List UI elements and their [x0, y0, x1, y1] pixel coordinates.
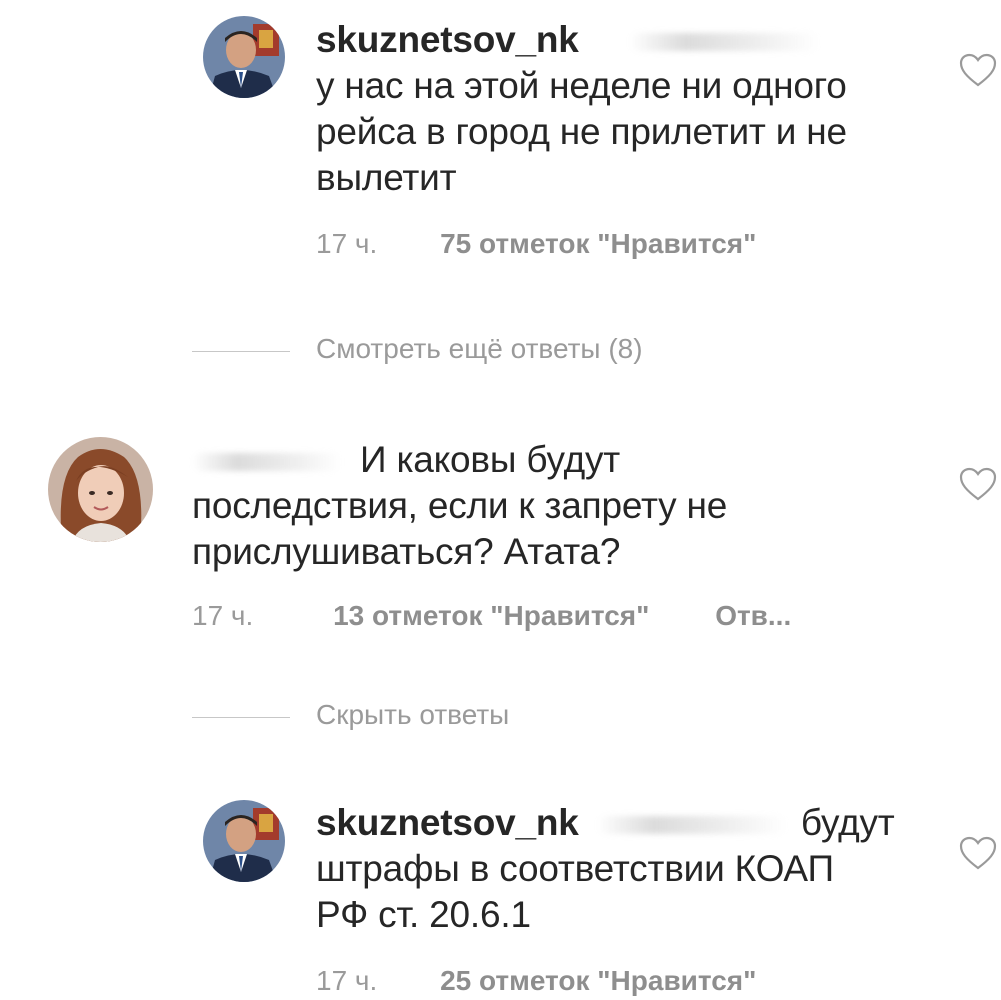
comment-2-time: 17 ч. — [192, 600, 254, 631]
comment-3-line-1-tail: будут — [800, 802, 895, 843]
woman-avatar-icon — [48, 437, 153, 542]
avatar-skuznetsov[interactable] — [203, 800, 285, 882]
comment-1-username[interactable]: skuznetsov_nk — [316, 19, 579, 60]
avatar-commenter[interactable] — [48, 437, 153, 542]
comment-1-meta: 17 ч. 75 отметок "Нравится" — [316, 228, 814, 260]
comment-1-line-3: рейса в город не прилетит и не — [316, 111, 847, 152]
comment-2-text: И каковы будут последствия, если к запре… — [192, 437, 912, 575]
comment-2-line-2: последствия, если к запрету не — [192, 485, 728, 526]
man-in-suit-avatar-icon — [203, 16, 285, 98]
heart-outline-icon — [959, 53, 997, 87]
thread-divider — [192, 717, 290, 718]
thread-divider — [192, 351, 290, 352]
comment-3-line-2: штрафы в соответствии КОАП — [316, 848, 834, 889]
comment-1-line-4: вылетит — [316, 157, 457, 198]
comment-3-meta: 17 ч. 25 отметок "Нравится" — [316, 965, 814, 997]
comment-1-text: skuznetsov_nk у нас на этой неделе ни од… — [316, 17, 936, 201]
comment-3-username[interactable]: skuznetsov_nk — [316, 802, 579, 843]
comment-2-line-1: И каковы будут — [360, 439, 621, 480]
like-button[interactable] — [958, 52, 998, 88]
man-in-suit-avatar-icon — [203, 800, 285, 882]
comment-3-line-3: РФ ст. 20.6.1 — [316, 894, 531, 935]
comment-1-time: 17 ч. — [316, 228, 378, 259]
hide-replies-button[interactable]: Скрыть ответы — [316, 699, 509, 731]
like-button[interactable] — [958, 466, 998, 502]
blurred-mention — [192, 453, 342, 472]
view-more-replies-button[interactable]: Смотреть ещё ответы (8) — [316, 333, 643, 365]
heart-outline-icon — [959, 836, 997, 870]
like-button[interactable] — [958, 835, 998, 871]
comment-2-line-3: прислушиваться? Атата? — [192, 531, 621, 572]
heart-outline-icon — [959, 467, 997, 501]
comment-2-meta: 17 ч. 13 отметок "Нравится" Отв... — [192, 600, 791, 632]
avatar-skuznetsov[interactable] — [203, 16, 285, 98]
reply-button[interactable]: Отв... — [715, 600, 791, 632]
comment-2-likes[interactable]: 13 отметок "Нравится" — [333, 600, 649, 632]
comment-3-likes[interactable]: 25 отметок "Нравится" — [440, 965, 756, 997]
comment-1-likes[interactable]: 75 отметок "Нравится" — [440, 228, 756, 260]
comment-1-line-2: у нас на этой неделе ни одного — [316, 65, 847, 106]
blurred-mention — [596, 816, 787, 835]
comment-3-time: 17 ч. — [316, 965, 378, 996]
blurred-mention — [628, 33, 819, 52]
comment-3-text: skuznetsov_nk будут штрафы в соответстви… — [316, 800, 956, 938]
